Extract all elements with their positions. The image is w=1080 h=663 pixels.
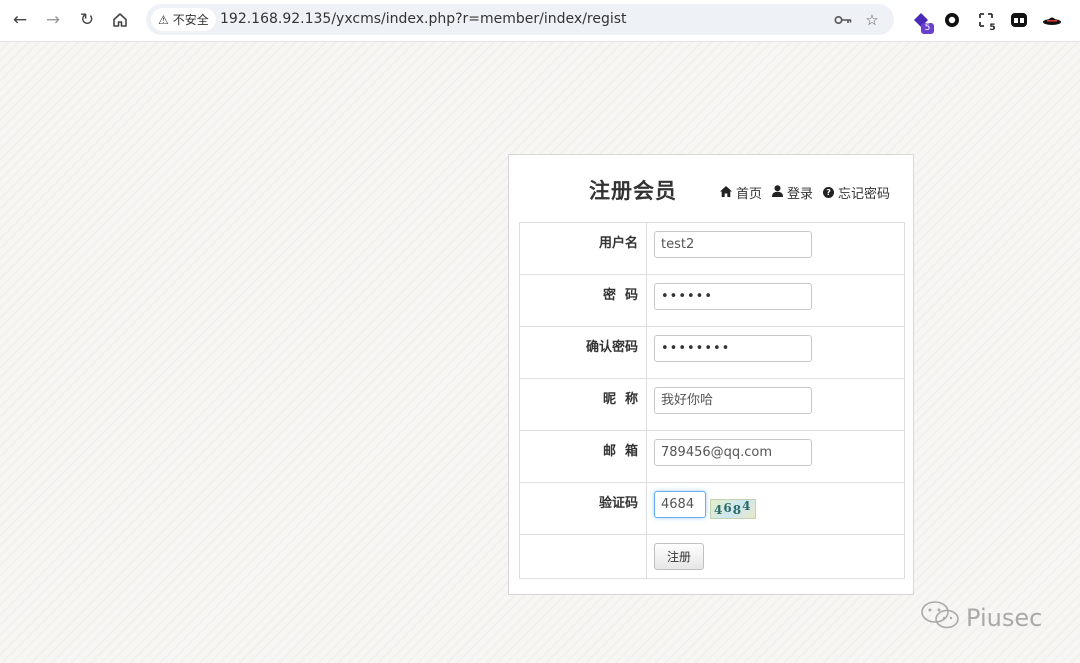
reload-icon[interactable]: ↻ bbox=[74, 7, 100, 33]
bookmark-star-icon[interactable]: ☆ bbox=[861, 9, 883, 31]
question-circle-icon: ? bbox=[823, 187, 835, 198]
form-row-submit: 注册 bbox=[520, 535, 904, 578]
nickname-label: 昵 称 bbox=[520, 379, 647, 430]
security-label: 不安全 bbox=[172, 13, 209, 27]
form-row-password: 密 码 •••••• bbox=[520, 275, 904, 327]
extension-1-badge: 5 bbox=[921, 23, 934, 34]
register-panel: 注册会员 首页 登录 ? 忘记密码 用户名 test2 密 码 •••••• 确… bbox=[508, 154, 914, 595]
back-icon[interactable]: ← bbox=[7, 7, 33, 33]
extension-3-icon[interactable]: 5 bbox=[975, 9, 997, 33]
nickname-input[interactable]: 我好你哈 bbox=[654, 387, 812, 414]
warning-icon: ⚠ bbox=[158, 12, 169, 27]
submit-row-spacer bbox=[520, 535, 647, 578]
confirm-password-label: 确认密码 bbox=[520, 327, 647, 378]
extension-4-icon[interactable] bbox=[1008, 9, 1030, 31]
form-row-captcha: 验证码 4684 4684 bbox=[520, 483, 904, 535]
url-text[interactable]: 192.168.92.135/yxcms/index.php?r=member/… bbox=[220, 11, 627, 27]
captcha-image[interactable]: 4684 bbox=[710, 499, 756, 519]
username-input[interactable]: test2 bbox=[654, 231, 812, 258]
forward-icon[interactable]: → bbox=[40, 7, 66, 33]
captcha-input[interactable]: 4684 bbox=[654, 491, 706, 518]
captcha-char: 6 bbox=[723, 501, 733, 515]
username-label: 用户名 bbox=[520, 223, 647, 274]
home-link-label: 首页 bbox=[736, 187, 763, 202]
email-input[interactable]: 789456@qq.com bbox=[654, 439, 812, 466]
forgot-password-label: 忘记密码 bbox=[838, 187, 891, 202]
wechat-icon bbox=[920, 600, 960, 636]
watermark-text: Piusec bbox=[966, 604, 1043, 632]
login-link[interactable]: 登录 bbox=[772, 183, 813, 202]
captcha-char: 8 bbox=[732, 503, 743, 517]
register-button[interactable]: 注册 bbox=[654, 543, 704, 570]
form-row-nickname: 昵 称 我好你哈 bbox=[520, 379, 904, 431]
extension-3-badge: 5 bbox=[989, 23, 996, 33]
home-link[interactable]: 首页 bbox=[720, 183, 762, 202]
page-title: 注册会员 bbox=[589, 179, 677, 203]
forgot-password-link[interactable]: ? 忘记密码 bbox=[823, 183, 890, 202]
form-row-username: 用户名 test2 bbox=[520, 223, 904, 275]
address-bar[interactable]: ⚠ 不安全 192.168.92.135/yxcms/index.php?r=m… bbox=[146, 4, 894, 35]
form-row-email: 邮 箱 789456@qq.com bbox=[520, 431, 904, 483]
email-label: 邮 箱 bbox=[520, 431, 647, 482]
login-link-label: 登录 bbox=[787, 187, 814, 202]
captcha-char: 4 bbox=[742, 499, 752, 513]
confirm-password-input[interactable]: •••••••• bbox=[654, 335, 812, 362]
register-form: 用户名 test2 密 码 •••••• 确认密码 •••••••• 昵 称 我… bbox=[519, 222, 905, 579]
captcha-char: 4 bbox=[714, 503, 724, 517]
user-icon bbox=[772, 185, 784, 200]
password-label: 密 码 bbox=[520, 275, 647, 326]
house-icon bbox=[720, 185, 732, 200]
captcha-label: 验证码 bbox=[520, 483, 647, 534]
watermark: Piusec bbox=[920, 600, 1042, 636]
home-icon[interactable] bbox=[107, 7, 133, 33]
extension-2-icon[interactable] bbox=[941, 9, 963, 31]
top-links: 首页 登录 ? 忘记密码 bbox=[720, 183, 900, 202]
extension-1-icon[interactable]: 5 bbox=[910, 9, 934, 34]
key-icon[interactable] bbox=[832, 9, 854, 31]
security-chip[interactable]: ⚠ 不安全 bbox=[151, 8, 216, 31]
password-input[interactable]: •••••• bbox=[654, 283, 812, 310]
extension-5-icon[interactable] bbox=[1041, 9, 1063, 31]
browser-toolbar: ← → ↻ ⚠ 不安全 192.168.92.135/yxcms/index.p… bbox=[0, 0, 1080, 42]
form-row-confirm-password: 确认密码 •••••••• bbox=[520, 327, 904, 379]
